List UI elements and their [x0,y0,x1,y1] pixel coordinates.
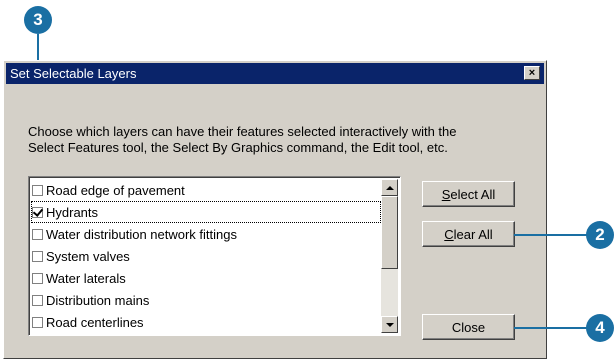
layer-checkbox[interactable] [32,250,43,262]
layer-label: Distribution mains [46,292,150,308]
layer-checkbox[interactable] [32,206,43,218]
dialog-title: Set Selectable Layers [10,66,137,81]
layer-checkbox[interactable] [32,316,43,328]
callout-2-badge: 2 [586,221,614,249]
layer-label: Road edge of pavement [46,182,185,198]
clear-all-mnemonic: C [444,226,454,242]
callout-4-badge: 4 [586,314,614,342]
scroll-up-button[interactable] [381,179,398,196]
close-window-button[interactable]: × [524,66,540,80]
layer-checkbox[interactable] [32,184,43,196]
layer-label: Road centerlines [46,314,144,330]
clear-all-label: lear All [453,226,493,242]
set-selectable-layers-dialog: Set Selectable Layers × Choose which lay… [3,60,547,359]
list-item[interactable]: System valves [31,245,381,267]
select-all-label: elect All [450,186,496,202]
callout-4-leader [514,327,588,329]
dialog-titlebar: Set Selectable Layers × [6,63,544,84]
close-icon: × [528,67,536,79]
layers-checklist[interactable]: Road edge of pavement Hydrants Water dis… [28,176,401,336]
clear-all-button[interactable]: Clear All [422,221,515,247]
layer-label: Water laterals [46,270,126,286]
layer-label: System valves [46,248,130,264]
scroll-thumb[interactable] [381,196,398,269]
list-item[interactable]: Road centerlines [31,311,381,333]
list-item[interactable]: Hydrants [31,201,381,223]
layers-list: Road edge of pavement Hydrants Water dis… [31,179,381,333]
close-button[interactable]: Close [422,314,515,340]
list-item[interactable]: Water laterals [31,267,381,289]
instructions-line-1: Choose which layers can have their featu… [28,124,457,139]
list-item[interactable]: Distribution mains [31,289,381,311]
instructions-text: Choose which layers can have their featu… [28,124,538,156]
select-all-mnemonic: S [441,186,451,202]
close-label: Close [451,319,486,335]
callout-2-leader [514,234,588,236]
instructions-line-2: Select Features tool, the Select By Grap… [28,140,448,155]
layer-label: Hydrants [46,204,99,220]
layer-label: Water distribution network fittings [46,226,237,242]
select-all-button[interactable]: Select All [422,181,515,207]
arrow-up-icon [385,185,394,190]
list-item[interactable]: Water distribution network fittings [31,223,381,245]
layer-checkbox[interactable] [32,228,43,240]
list-item[interactable]: Road edge of pavement [31,179,381,201]
scroll-down-button[interactable] [381,316,398,333]
layer-checkbox[interactable] [32,294,43,306]
callout-3-badge: 3 [24,6,52,34]
layer-checkbox[interactable] [32,272,43,284]
vertical-scrollbar[interactable] [381,179,398,333]
arrow-down-icon [385,322,394,327]
